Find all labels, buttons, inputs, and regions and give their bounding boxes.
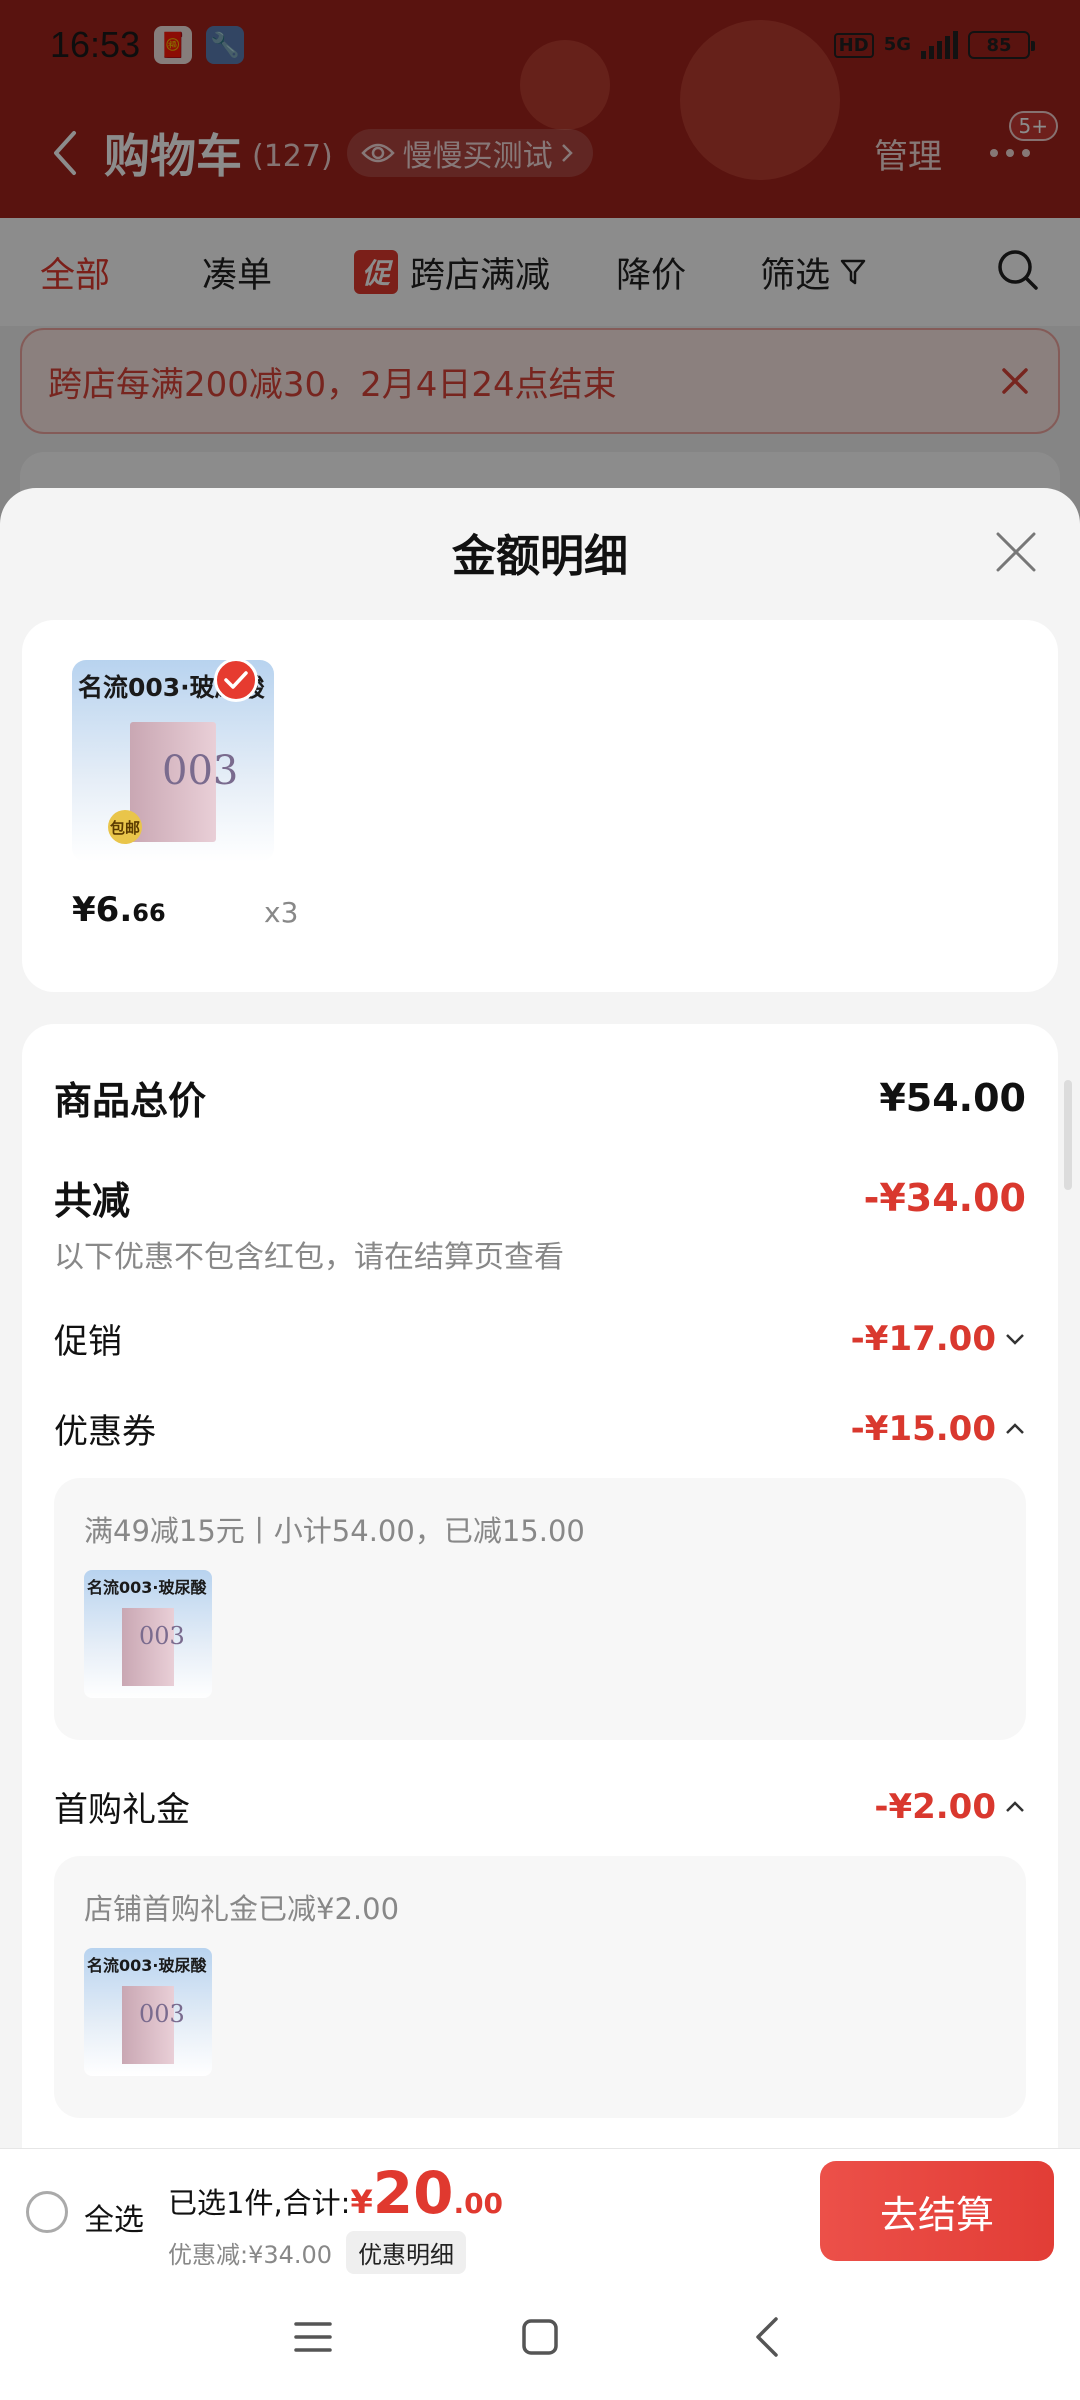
total-dec: .00: [453, 2187, 504, 2220]
amount-breakdown-card: 商品总价 ¥54.00 共减 -¥34.00 以下优惠不包含红包，请在结算页查看…: [22, 1024, 1058, 2148]
total-int: 20: [372, 2159, 454, 2227]
checkout-bar: 全选 已选1件,合计: ¥ 20 .00 优惠减:¥34.00 优惠明细 去结算: [0, 2148, 1080, 2274]
discount-note: 以下优惠不包含红包，请在结算页查看: [54, 1240, 564, 1275]
gift-product-thumbnail[interactable]: 名流003·玻尿酸 003: [84, 1948, 212, 2076]
select-all-radio[interactable]: [26, 2191, 68, 2233]
checkout-button[interactable]: 去结算: [820, 2161, 1054, 2261]
gift-value: -¥2.00: [874, 1786, 996, 1827]
select-all-label[interactable]: 全选: [84, 2195, 144, 2239]
total-price-row: 商品总价 ¥54.00: [54, 1070, 1026, 1125]
discount-detail-button[interactable]: 优惠明细: [346, 2231, 467, 2274]
mini-thumb-label: 名流003·玻尿酸: [87, 1578, 207, 1597]
total-price-label: 商品总价: [54, 1079, 207, 1123]
mini-thumb-model: 003: [139, 2000, 185, 2028]
coupon-detail-box: 满49减15元丨小计54.00，已减15.00 名流003·玻尿酸 003: [54, 1478, 1026, 1740]
gift-label: 首购礼金: [54, 1790, 190, 1830]
coupon-detail-text: 满49减15元丨小计54.00，已减15.00: [84, 1514, 585, 1548]
promo-label: 促销: [54, 1322, 122, 1362]
product-quantity: x3: [264, 896, 299, 929]
chevron-up-icon: [1006, 1422, 1024, 1434]
price-int: 6.: [95, 890, 133, 930]
discount-summary-text: 优惠减:¥34.00: [168, 2241, 333, 2269]
price-dec: 66: [132, 899, 166, 927]
gift-detail-text: 店铺首购礼金已减¥2.00: [84, 1892, 400, 1926]
gift-detail-box: 店铺首购礼金已减¥2.00 名流003·玻尿酸 003: [54, 1856, 1026, 2118]
discount-value: -¥34.00: [863, 1175, 1026, 1220]
discount-label: 共减: [54, 1179, 131, 1223]
amount-detail-sheet: 金额明细 名流003·玻尿酸 003 包邮 ¥6.66 x3 商品总价 ¥54.…: [0, 488, 1080, 2148]
product-price: ¥6.66: [72, 890, 166, 930]
selected-text: 已选1件,合计:: [168, 2186, 351, 2220]
chevron-up-icon: [1006, 1800, 1024, 1812]
promo-value-group: -¥17.00: [851, 1319, 1026, 1359]
coupon-label: 优惠券: [54, 1412, 156, 1452]
selected-check-icon[interactable]: [214, 658, 258, 702]
coupon-value-group: -¥15.00: [851, 1409, 1026, 1449]
mini-thumb-model: 003: [139, 1622, 185, 1650]
total-price-value: ¥54.00: [879, 1075, 1026, 1120]
discount-summary: 优惠减:¥34.00 优惠明细: [168, 2231, 467, 2274]
sheet-header: 金额明细: [0, 488, 1080, 616]
sheet-title: 金额明细: [452, 531, 628, 582]
promo-row[interactable]: 促销 -¥17.00: [54, 1314, 1026, 1363]
price-symbol: ¥: [72, 890, 96, 930]
system-nav-bar: [0, 2274, 1080, 2400]
total-symbol: ¥: [350, 2183, 373, 2221]
first-buy-gift-row[interactable]: 首购礼金 -¥2.00: [54, 1782, 1026, 1831]
mini-thumb-label: 名流003·玻尿酸: [87, 1956, 207, 1975]
coupon-product-thumbnail[interactable]: 名流003·玻尿酸 003: [84, 1570, 212, 1698]
coupon-value: -¥15.00: [850, 1408, 996, 1449]
home-icon[interactable]: [510, 2307, 570, 2367]
chevron-down-icon: [1006, 1333, 1024, 1345]
menu-icon[interactable]: [283, 2307, 343, 2367]
product-model: 003: [162, 748, 239, 794]
gift-value-group: -¥2.00: [874, 1787, 1026, 1827]
close-icon[interactable]: [994, 530, 1038, 574]
selected-summary: 已选1件,合计: ¥ 20 .00: [168, 2163, 503, 2223]
product-card: 名流003·玻尿酸 003 包邮 ¥6.66 x3: [22, 620, 1058, 992]
promo-value: -¥17.00: [850, 1318, 996, 1359]
free-shipping-badge: 包邮: [108, 810, 142, 844]
coupon-row[interactable]: 优惠券 -¥15.00: [54, 1404, 1026, 1453]
discount-row: 共减 -¥34.00: [54, 1170, 1026, 1225]
back-nav-icon[interactable]: [737, 2307, 797, 2367]
scrollbar[interactable]: [1064, 1080, 1072, 1190]
